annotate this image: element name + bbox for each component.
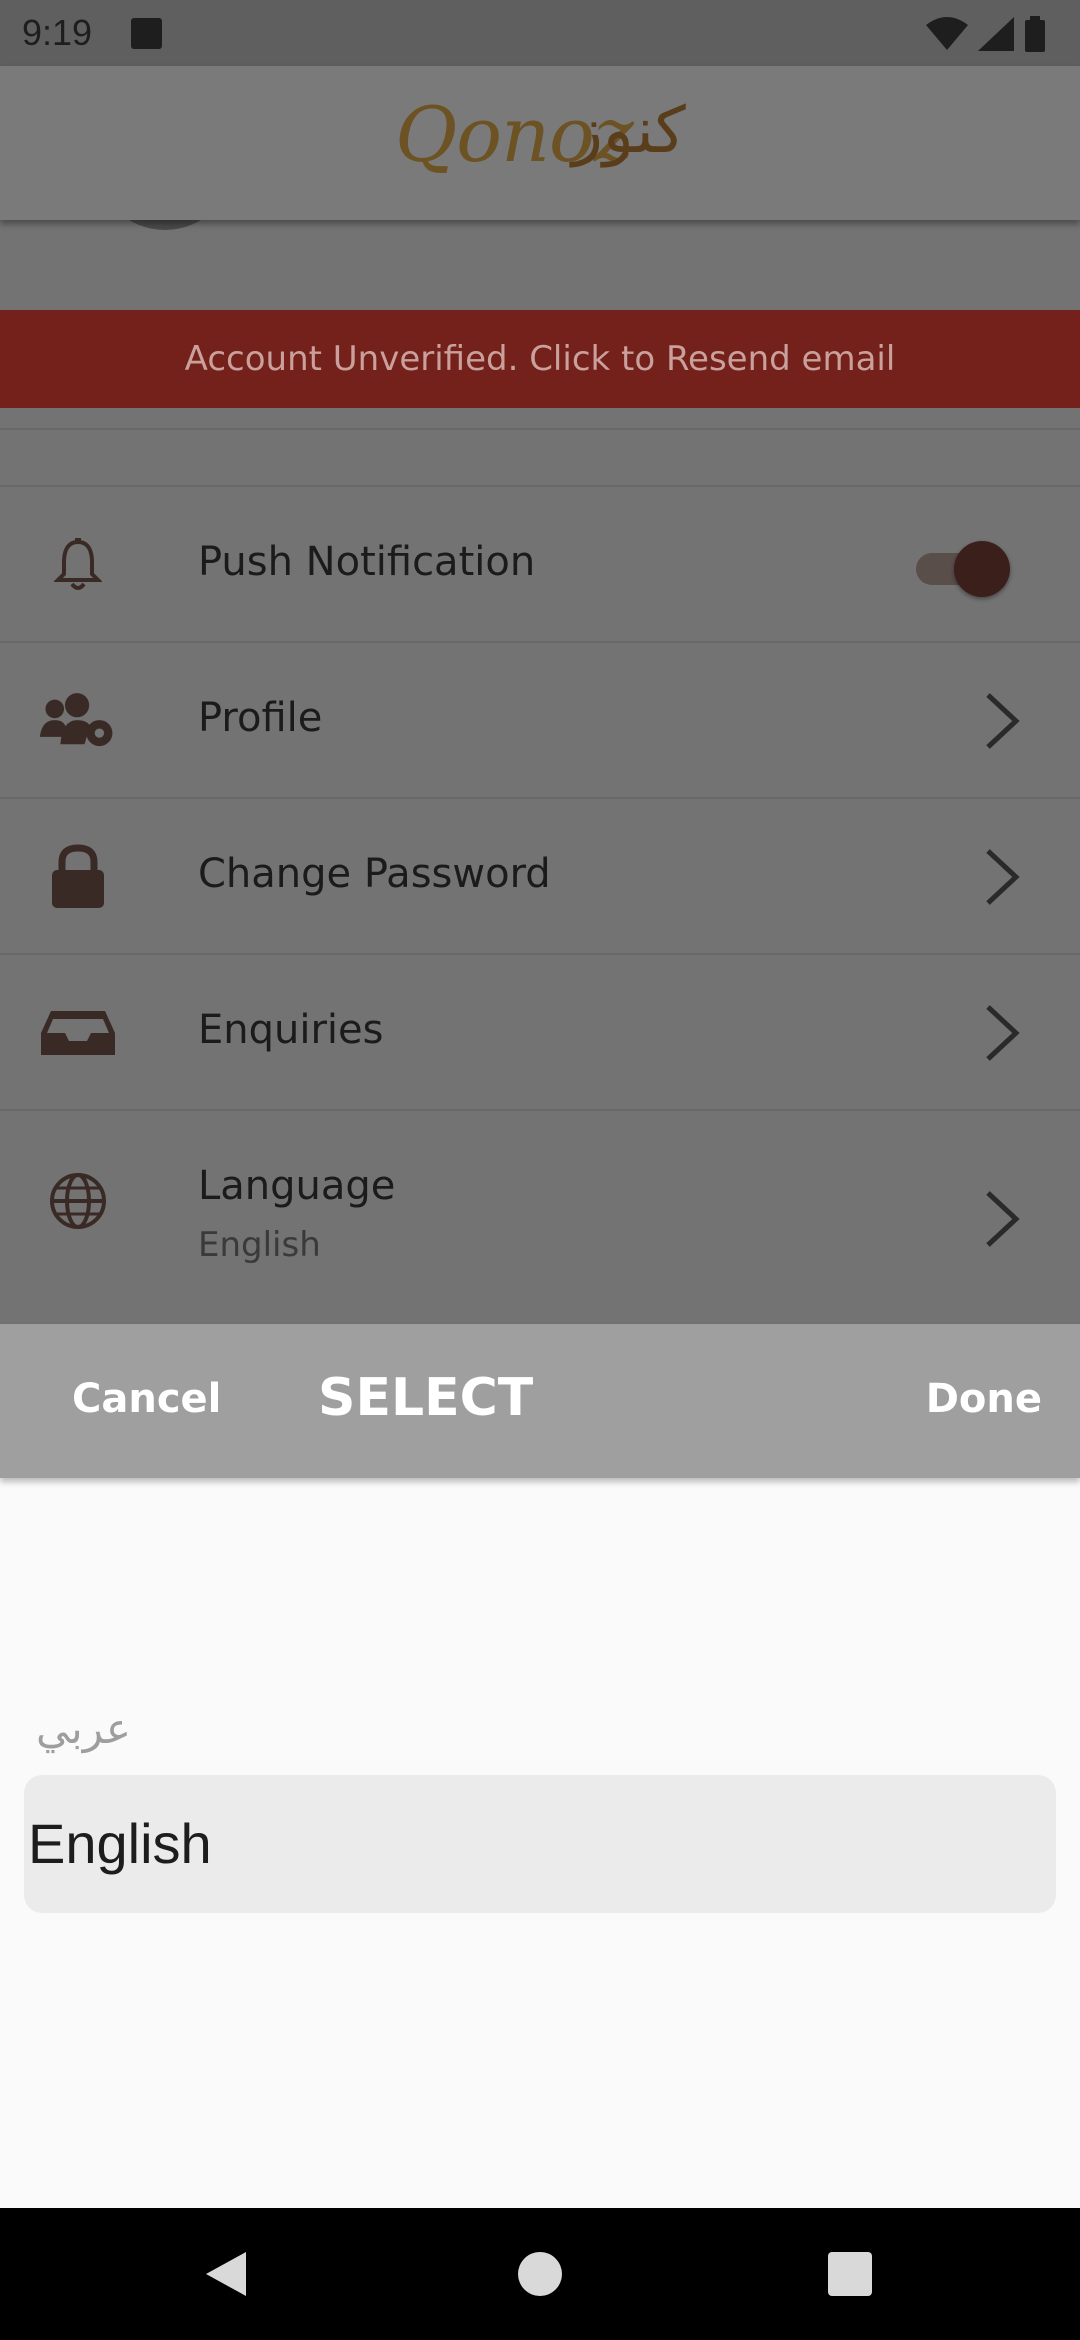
system-nav-bar: [0, 2208, 1080, 2340]
enquiries-label: Enquiries: [198, 1007, 384, 1053]
back-icon[interactable]: [200, 2248, 252, 2300]
signal-icon: [978, 17, 1014, 51]
logo-arabic: كنوز: [572, 94, 686, 168]
settings-row-change-password[interactable]: Change Password: [0, 797, 1080, 953]
chevron-right-icon: [986, 1191, 1020, 1247]
picker-option-arabic[interactable]: عربي: [36, 1704, 131, 1753]
divider: [0, 428, 1080, 430]
picker-toolbar: Cancel SELECT Done: [0, 1324, 1080, 1478]
stop-square-icon: [131, 18, 162, 49]
picker-title: SELECT: [318, 1368, 534, 1428]
chevron-right-icon: [986, 1005, 1020, 1061]
cancel-button[interactable]: Cancel: [72, 1376, 221, 1422]
chevron-right-icon: [986, 849, 1020, 905]
inbox-icon: [38, 993, 118, 1073]
recents-icon[interactable]: [824, 2248, 876, 2300]
home-icon[interactable]: [514, 2248, 566, 2300]
unverified-banner-text: Account Unverified. Click to Resend emai…: [184, 339, 896, 379]
chevron-right-icon: [986, 693, 1020, 749]
app-header: Qonoz كنوز: [0, 66, 1080, 220]
status-bar: 9:19: [0, 0, 1080, 66]
push-notification-toggle[interactable]: [910, 539, 1010, 597]
language-picker[interactable]: عربي English: [0, 1478, 1080, 2208]
toggle-knob: [954, 541, 1010, 597]
bell-icon: [38, 525, 118, 605]
push-notification-label: Push Notification: [198, 539, 536, 585]
settings-row-language[interactable]: Language English: [0, 1109, 1080, 1315]
lock-icon: [38, 837, 118, 917]
status-time: 9:19: [22, 12, 93, 53]
app-logo: Qonoz كنوز: [395, 90, 725, 200]
system-icons: [926, 14, 1046, 54]
globe-icon: [38, 1161, 118, 1241]
unverified-banner[interactable]: Account Unverified. Click to Resend emai…: [0, 310, 1080, 408]
users-gear-icon: [38, 681, 118, 761]
wifi-icon: [926, 17, 968, 50]
picker-option-english-label: English: [28, 1812, 212, 1875]
language-label: Language: [198, 1163, 396, 1209]
picker-option-english-selected[interactable]: English: [24, 1775, 1056, 1913]
change-password-label: Change Password: [198, 851, 551, 897]
settings-row-push-notification[interactable]: Push Notification: [0, 485, 1080, 641]
language-current-value: English: [198, 1225, 321, 1265]
battery-icon: [1025, 16, 1045, 52]
profile-label: Profile: [198, 695, 323, 741]
settings-row-profile[interactable]: Profile: [0, 641, 1080, 797]
done-button[interactable]: Done: [926, 1376, 1042, 1422]
settings-row-enquiries[interactable]: Enquiries: [0, 953, 1080, 1109]
